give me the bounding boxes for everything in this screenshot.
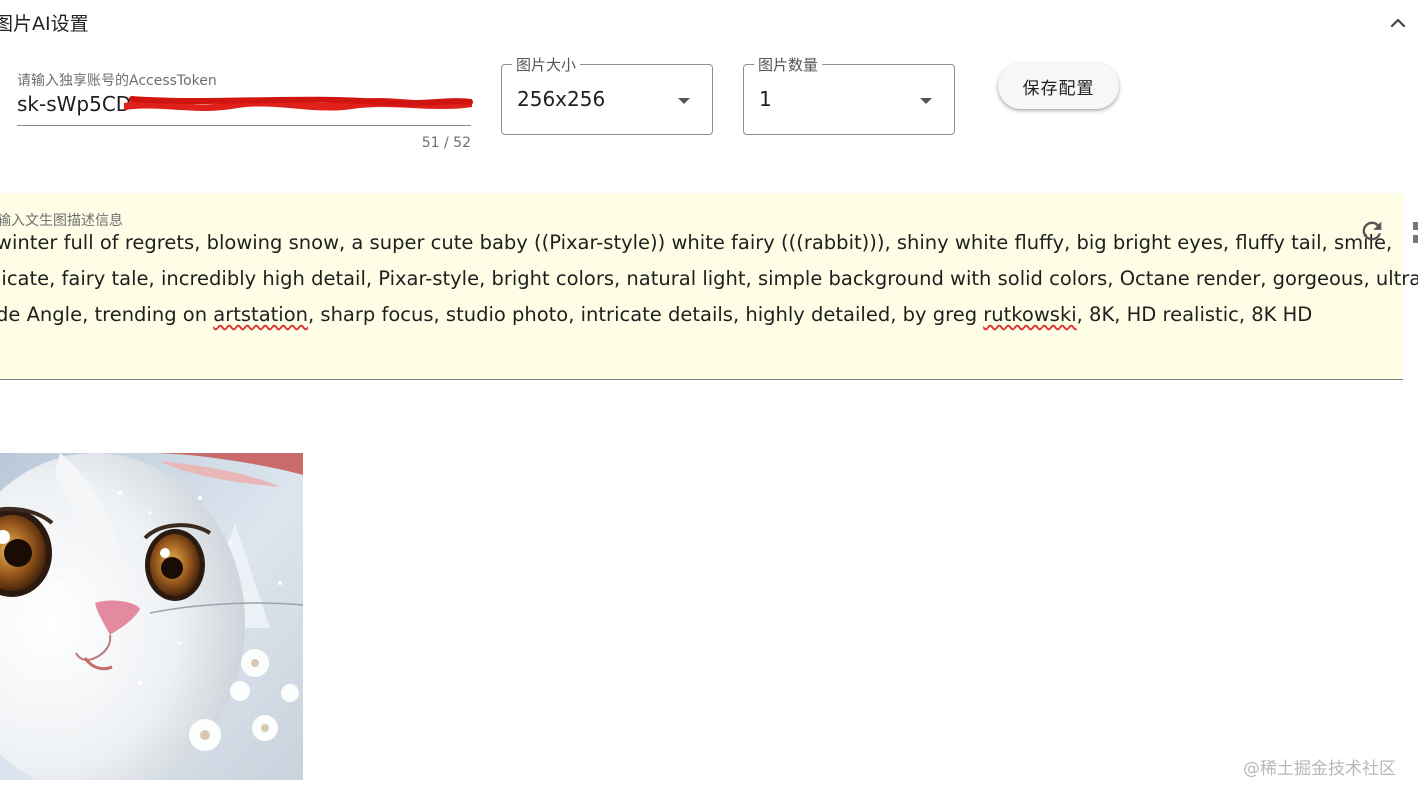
image-count-value: 1 <box>759 87 772 111</box>
chevron-up-icon <box>1390 18 1406 28</box>
prompt-line-1: winter full of regrets, blowing snow, a … <box>0 231 1393 254</box>
image-size-label: 图片大小 <box>512 54 581 75</box>
image-count-label: 图片数量 <box>754 54 823 75</box>
dropdown-arrow-icon <box>678 98 690 104</box>
prompt-text-segment: , sharp focus, studio photo, intricate d… <box>308 303 984 326</box>
misspelled-word: artstation <box>213 303 309 326</box>
access-token-underline <box>17 125 471 126</box>
image-size-value: 256x256 <box>517 87 606 111</box>
redaction-scribble <box>124 96 473 111</box>
generated-image <box>0 453 303 780</box>
dropdown-arrow-icon <box>920 98 932 104</box>
misspelled-word: rutkowski <box>983 303 1077 326</box>
prompt-textarea[interactable]: 输入文生图描述信息 winter full of regrets, blowin… <box>0 193 1418 380</box>
prompt-input-text[interactable]: winter full of regrets, blowing snow, a … <box>0 225 1418 333</box>
access-token-field[interactable]: 请输入独享账号的AccessToken sk-sWp5CD 51 / 52 <box>17 64 473 151</box>
access-token-label: 请输入独享账号的AccessToken <box>17 73 217 89</box>
panel-title: 图片AI设置 <box>0 13 89 35</box>
image-count-select[interactable]: 图片数量 1 <box>743 54 955 135</box>
resize-handle-icon[interactable] <box>1413 222 1418 244</box>
rabbit-illustration <box>0 453 303 780</box>
prompt-text-segment: , 8K, HD realistic, 8K HD <box>1076 303 1313 326</box>
watermark: @稀土掘金技术社区 <box>1243 759 1396 779</box>
character-counter: 51 / 52 <box>421 135 471 151</box>
prompt-line-2: licate, fairy tale, incredibly high deta… <box>0 267 1418 290</box>
prompt-text-segment: de Angle, trending on <box>0 303 214 326</box>
prompt-line-3: de Angle, trending on artstation, sharp … <box>0 297 1312 333</box>
collapse-panel-button[interactable] <box>1383 8 1413 38</box>
image-size-select[interactable]: 图片大小 256x256 <box>501 54 713 135</box>
save-config-button[interactable]: 保存配置 <box>998 63 1119 109</box>
refresh-icon[interactable] <box>1358 217 1386 245</box>
